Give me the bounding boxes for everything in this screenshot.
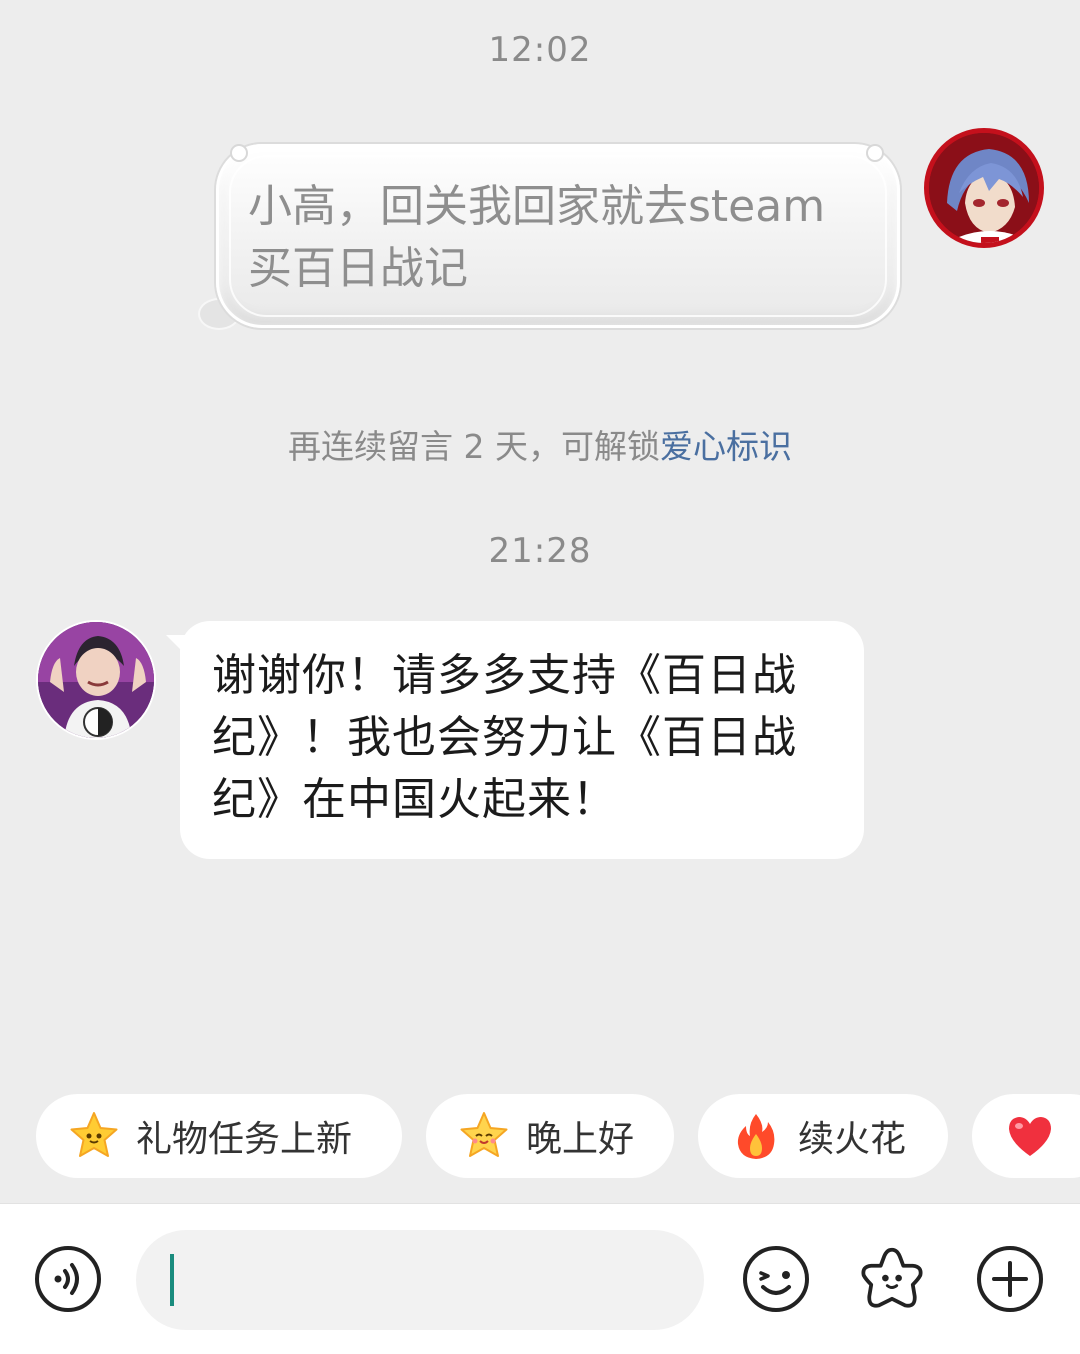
chat-screen: 12:02 小高，回关我回家就去steam买百日战记 再连续留言 2 天，可解锁…: [0, 0, 1080, 1354]
quick-reply-chip[interactable]: 晚上好: [426, 1094, 674, 1178]
quick-reply-chip[interactable]: 礼物任务上新: [36, 1094, 402, 1178]
plus-icon: [977, 1246, 1043, 1312]
avatar-image: [929, 133, 1039, 243]
contact-avatar[interactable]: [36, 620, 156, 740]
incoming-message-text: 谢谢你！请多多支持《百日战纪》！我也会努力让《百日战纪》在中国火起来！: [212, 650, 797, 825]
outgoing-message-text: 小高，回关我回家就去steam买百日战记: [248, 181, 826, 294]
message-input[interactable]: [136, 1230, 704, 1330]
timestamp: 12:02: [488, 30, 592, 70]
quick-reply-label: 续火花: [798, 1119, 907, 1160]
star-wink-icon: [458, 1110, 510, 1162]
streak-hint: 再连续留言 2 天，可解锁爱心标识: [0, 420, 1080, 468]
bubble-decoration: [866, 144, 884, 162]
emoji-button[interactable]: [742, 1245, 810, 1313]
quick-reply-chip[interactable]: 续火花: [698, 1094, 948, 1178]
quick-reply-bar: 礼物任务上新 晚上好 续火花: [0, 1094, 1080, 1178]
incoming-message-bubble[interactable]: 谢谢你！请多多支持《百日战纪》！我也会努力让《百日战纪》在中国火起来！: [166, 621, 864, 859]
quick-reply-label: 礼物任务上新: [136, 1119, 353, 1160]
message-input-bar: [0, 1203, 1080, 1354]
fire-icon: [730, 1110, 782, 1162]
text-cursor: [170, 1254, 174, 1306]
sticker-icon: [861, 1247, 923, 1308]
bubble-decoration: [230, 144, 248, 162]
streak-hint-text: 再连续留言 2 天，可解锁: [288, 427, 660, 466]
user-avatar[interactable]: [924, 128, 1044, 248]
avatar-image: [38, 622, 154, 738]
plus-button[interactable]: [976, 1245, 1044, 1313]
unlock-heart-link[interactable]: 爱心标识: [660, 427, 792, 466]
timestamp: 21:28: [488, 531, 592, 571]
voice-icon: [35, 1246, 101, 1312]
emoji-icon: [743, 1246, 809, 1312]
sticker-button[interactable]: [858, 1245, 926, 1313]
voice-button[interactable]: [34, 1245, 102, 1313]
quick-reply-label: 晚上好: [526, 1119, 635, 1160]
quick-reply-chip[interactable]: [972, 1094, 1080, 1178]
star-smile-icon: [68, 1110, 120, 1162]
heart-icon: [1004, 1110, 1056, 1162]
